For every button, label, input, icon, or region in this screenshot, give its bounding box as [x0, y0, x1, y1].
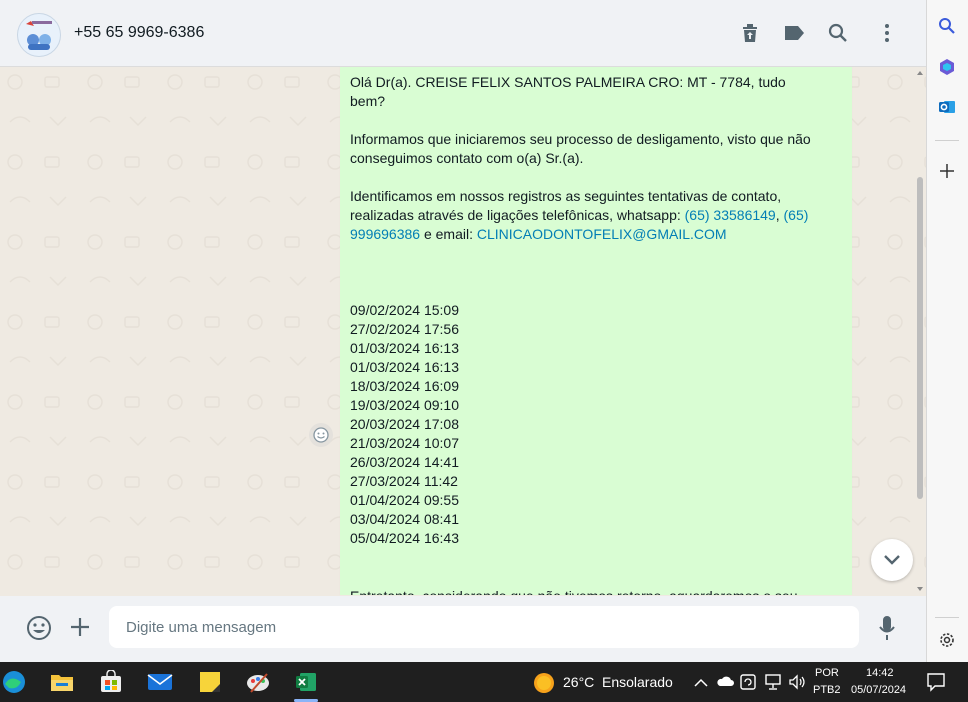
- emoji-icon[interactable]: [26, 615, 52, 646]
- clock-date[interactable]: 05/07/2024: [851, 684, 906, 696]
- attempt-date-list: 09/02/2024 15:09 27/02/2024 17:56 01/03/20…: [350, 301, 820, 548]
- separator-text: ,: [775, 207, 784, 223]
- settings-gear-icon[interactable]: [935, 628, 959, 652]
- phone-link[interactable]: (65) 33586149: [685, 207, 776, 223]
- keyboard-layout[interactable]: PTB2: [813, 684, 841, 696]
- messages-pane[interactable]: Olá Dr(a). CREISE FELIX SANTOS PALMEIRA …: [0, 67, 926, 595]
- scrollbar-thumb[interactable]: [917, 177, 923, 499]
- contact-avatar[interactable]: [17, 13, 61, 57]
- attempt-date-item: 26/03/2024 14:41: [350, 454, 459, 470]
- scroll-to-bottom-button[interactable]: [871, 539, 913, 581]
- add-icon[interactable]: [935, 159, 959, 183]
- email-link[interactable]: CLINICAODONTOFELIX@GMAIL.COM: [477, 226, 727, 242]
- message-composer: Digite uma mensagem: [0, 596, 926, 662]
- contact-name[interactable]: +55 65 9969-6386: [74, 24, 204, 42]
- attempt-date-item: 27/02/2024 17:56: [350, 321, 459, 337]
- chat-header: +55 65 9969-6386: [0, 0, 926, 67]
- notifications-icon[interactable]: [926, 672, 946, 697]
- attempt-date-item: 21/03/2024 10:07: [350, 435, 459, 451]
- attempt-date-item: 19/03/2024 09:10: [350, 397, 459, 413]
- chevron-down-icon: [884, 555, 900, 565]
- browser-sidebar: [927, 0, 968, 662]
- message-paragraph: Informamos que iniciaremos seu processo …: [350, 131, 811, 166]
- sticky-notes-icon[interactable]: [192, 666, 228, 698]
- attempt-date-item: 01/03/2024 16:13: [350, 340, 459, 356]
- cloud-icon[interactable]: [716, 674, 734, 693]
- message-greeting: Olá Dr(a). CREISE FELIX SANTOS PALMEIRA …: [350, 74, 786, 109]
- windows-taskbar: 26°C Ensolarado POR PTB2 14:42 05/07/202…: [0, 662, 968, 702]
- clock-time[interactable]: 14:42: [866, 667, 894, 679]
- search-icon[interactable]: [935, 14, 959, 38]
- excel-icon[interactable]: [288, 666, 324, 698]
- chat-window: +55 65 9969-6386 Olá Dr(a). CREISE FELIX…: [0, 0, 927, 662]
- message-input[interactable]: Digite uma mensagem: [109, 606, 859, 648]
- email-prefix-text: e email:: [420, 226, 477, 242]
- delete-icon[interactable]: [739, 22, 761, 44]
- message-input-placeholder: Digite uma mensagem: [126, 619, 277, 636]
- chevron-up-icon[interactable]: [694, 675, 708, 693]
- attempt-date-item: 09/02/2024 15:09: [350, 302, 459, 318]
- attach-plus-icon[interactable]: [69, 616, 91, 643]
- attempt-date-item: 01/03/2024 16:13: [350, 359, 459, 375]
- sidebar-divider: [935, 617, 959, 618]
- attempt-date-item: 20/03/2024 17:08: [350, 416, 459, 432]
- paint-app-icon[interactable]: [240, 666, 276, 698]
- label-icon[interactable]: [783, 22, 805, 44]
- sidebar-divider: [935, 140, 959, 141]
- microsoft-store-icon[interactable]: [93, 666, 129, 698]
- message-paragraph-partial: Entretanto, considerando que não tivemos…: [350, 587, 820, 595]
- file-explorer-icon[interactable]: [44, 666, 80, 698]
- volume-icon[interactable]: [788, 674, 806, 695]
- search-icon[interactable]: [827, 22, 849, 44]
- attempt-date-item: 27/03/2024 11:42: [350, 473, 458, 489]
- weather-condition[interactable]: Ensolarado: [602, 674, 673, 690]
- menu-icon[interactable]: [876, 22, 898, 44]
- message-contact-attempts: Identificamos em nossos registros as seg…: [350, 187, 820, 244]
- emoji-reaction-icon[interactable]: [309, 423, 333, 447]
- update-icon[interactable]: [740, 674, 756, 695]
- microphone-icon[interactable]: [878, 614, 896, 647]
- weather-temperature[interactable]: 26°C: [563, 674, 594, 690]
- copilot-icon[interactable]: [935, 55, 959, 79]
- attempt-date-item: 01/04/2024 09:55: [350, 492, 459, 508]
- outlook-icon[interactable]: [935, 95, 959, 119]
- edge-browser-icon[interactable]: [0, 666, 32, 698]
- weather-sun-icon[interactable]: [533, 672, 555, 699]
- input-language[interactable]: POR: [815, 667, 839, 679]
- attempt-date-item: 18/03/2024 16:09: [350, 378, 459, 394]
- network-icon[interactable]: [764, 674, 782, 695]
- attempt-date-item: 05/04/2024 16:43: [350, 530, 459, 546]
- mail-icon[interactable]: [142, 666, 178, 698]
- attempt-date-item: 03/04/2024 08:41: [350, 511, 459, 527]
